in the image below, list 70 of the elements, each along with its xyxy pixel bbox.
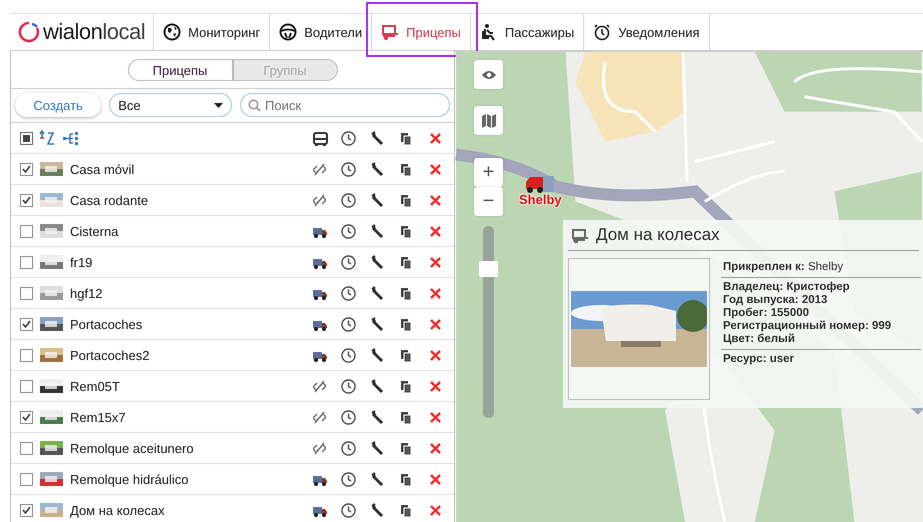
clock-icon — [340, 192, 357, 208]
clock-icon — [340, 378, 357, 394]
trailer-name: Remolque hidráulico — [70, 472, 189, 486]
segment-tab[interactable]: Прицепы — [128, 59, 232, 81]
clock-icon — [340, 254, 357, 270]
nav-tab[interactable]: Мониторинг — [154, 14, 270, 50]
steering-wheel-icon — [279, 23, 298, 41]
checkbox[interactable] — [20, 410, 33, 424]
wrench-icon — [369, 378, 386, 394]
trailer-name: Portacoches — [70, 316, 142, 332]
wrench-icon — [369, 254, 386, 270]
nav-tab[interactable]: Уведомления — [584, 14, 710, 50]
group-icon[interactable] — [62, 130, 79, 146]
wrench-icon — [369, 222, 386, 240]
logo-icon — [18, 21, 40, 43]
wrench-icon — [369, 408, 386, 426]
trailer-name: fr19 — [70, 254, 92, 270]
wrench-icon — [369, 130, 386, 146]
wrench-icon — [369, 160, 386, 178]
sort-icon[interactable] — [39, 130, 56, 146]
trailer-name: Дом на колесах — [70, 502, 165, 518]
checkbox[interactable] — [20, 286, 33, 300]
checkbox[interactable] — [20, 348, 33, 362]
clock-icon — [340, 502, 357, 518]
checkbox[interactable] — [20, 504, 33, 516]
checkbox[interactable] — [20, 256, 33, 268]
clock-icon — [340, 130, 357, 146]
trailer-name: Casa móvil — [70, 162, 134, 176]
alarm-clock-icon — [593, 23, 612, 41]
clock-icon — [340, 346, 357, 364]
wrench-icon — [369, 346, 386, 364]
checkbox[interactable] — [20, 318, 33, 330]
wrench-icon — [369, 470, 386, 488]
checkbox[interactable] — [20, 162, 33, 176]
wrench-icon — [369, 440, 386, 456]
trailer-name: Remolque aceitunero — [70, 440, 194, 456]
caret-icon — [214, 102, 223, 108]
trailer-name: Rem15x7 — [70, 410, 126, 424]
bus-icon — [311, 130, 328, 146]
clock-icon — [340, 284, 357, 302]
search-icon — [248, 99, 261, 112]
trailer-name: Portacoches2 — [70, 348, 150, 362]
clock-icon — [340, 222, 357, 240]
select-all-checkbox[interactable] — [20, 132, 33, 144]
create-button[interactable]: Создать — [15, 93, 102, 117]
globe-icon — [163, 23, 182, 41]
clock-icon — [340, 440, 357, 456]
clock-icon — [340, 316, 357, 332]
clock-icon — [340, 160, 357, 178]
clock-icon — [340, 408, 357, 426]
nav-tab[interactable]: Пассажиры — [470, 14, 584, 50]
logo-text: wialonlocal — [43, 19, 146, 45]
trailer-name: Cisterna — [70, 224, 118, 238]
trailer-icon — [381, 23, 400, 41]
clock-icon — [340, 470, 357, 488]
trailer-name: hgf12 — [70, 286, 103, 300]
wrench-icon — [369, 502, 386, 518]
wrench-icon — [369, 316, 386, 332]
checkbox[interactable] — [20, 442, 33, 454]
wrench-icon — [369, 192, 386, 208]
trailer-name: Casa rodante — [70, 192, 148, 208]
filter-dropdown[interactable]: Все — [109, 93, 232, 117]
trailer-name: Rem05T — [70, 378, 120, 394]
nav-tab[interactable]: Водители — [270, 14, 372, 50]
wrench-icon — [369, 284, 386, 302]
checkbox[interactable] — [20, 380, 33, 392]
checkbox[interactable] — [20, 224, 33, 238]
search-field[interactable]: Поиск — [240, 93, 450, 117]
checkbox[interactable] — [20, 472, 33, 486]
checkbox[interactable] — [20, 194, 33, 206]
